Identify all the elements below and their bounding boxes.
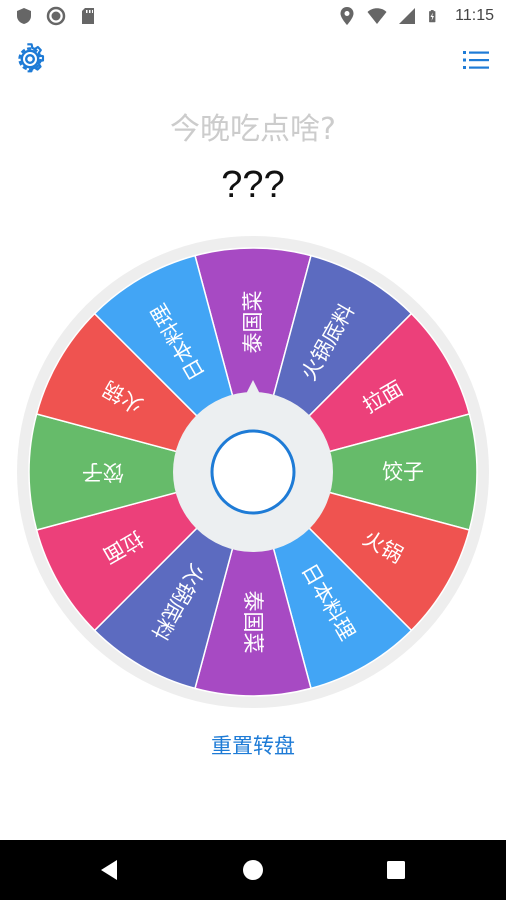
wheel-segment-label: 饺子 [382, 460, 424, 484]
wheel-segment-label: 饺子 [82, 460, 124, 484]
back-triangle-icon[interactable] [97, 857, 123, 883]
status-bar: 11:15 [0, 0, 506, 32]
signal-icon [399, 8, 416, 24]
status-left-icons [14, 6, 98, 26]
spin-wheel[interactable]: 泰国菜 火锅底料 拉面 饺子 火锅 日本料理 泰国菜 火锅底料 拉面 饺子 火锅 日本料理 [0, 232, 506, 712]
wheel-segment-label: 泰国菜 [241, 291, 265, 354]
spin-button[interactable] [210, 429, 296, 515]
battery-charging-icon [429, 10, 436, 23]
recents-square-icon[interactable] [383, 857, 409, 883]
status-clock: 11:15 [455, 7, 494, 24]
shield-icon [17, 8, 31, 24]
status-right-icons: 11:15 [337, 6, 494, 26]
sd-card-icon [82, 8, 94, 24]
system-nav-bar [0, 840, 506, 900]
list-icon[interactable] [460, 44, 492, 76]
wheel-segment-label: 泰国菜 [241, 591, 265, 654]
location-icon [340, 7, 354, 25]
question-title: 今晚吃点啥? [170, 112, 336, 147]
app-bar [0, 32, 506, 88]
result-text: ??? [221, 164, 285, 206]
wifi-icon [367, 8, 387, 24]
reset-wheel-button[interactable]: 重置转盘 [0, 726, 506, 764]
home-circle-icon[interactable] [240, 857, 266, 883]
wheel-svg[interactable]: 泰国菜 火锅底料拉面饺子火锅日本料理泰国菜火锅底料拉面饺子火锅日本料理 [0, 232, 506, 712]
circle-notification-icon [46, 6, 66, 26]
gear-icon[interactable] [14, 43, 46, 75]
